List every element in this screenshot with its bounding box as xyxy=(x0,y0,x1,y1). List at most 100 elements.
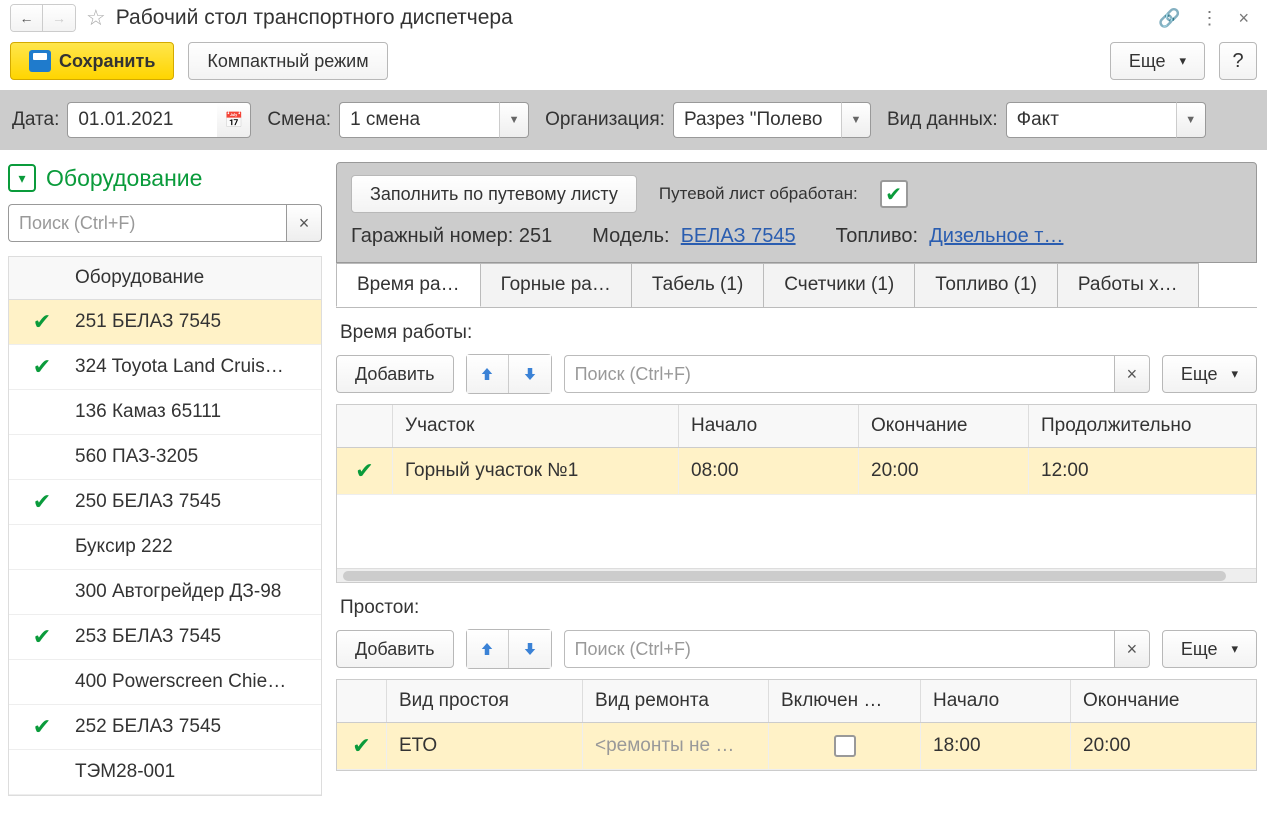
check-icon: ✔ xyxy=(9,489,75,515)
equipment-row[interactable]: 560 ПАЗ-3205 xyxy=(9,435,321,480)
garage-value: 251 xyxy=(519,225,552,247)
more-button[interactable]: Еще xyxy=(1110,42,1205,80)
included-checkbox[interactable] xyxy=(834,735,856,757)
equipment-table: Оборудование ✔ 251 БЕЛАЗ 7545✔ 324 Toyot… xyxy=(8,256,322,796)
equipment-name: 324 Toyota Land Cruis… xyxy=(75,356,321,378)
downtime-row[interactable]: ✔ ЕТО <ремонты не … 18:00 20:00 xyxy=(337,723,1256,770)
org-label: Организация: xyxy=(545,109,665,131)
downtime-col-kind[interactable]: Вид простоя xyxy=(387,680,583,722)
equipment-row[interactable]: ✔ 253 БЕЛАЗ 7545 xyxy=(9,615,321,660)
org-dropdown-icon[interactable]: ▼ xyxy=(841,102,871,138)
worktime-col-start[interactable]: Начало xyxy=(679,405,859,447)
worktime-col-site[interactable]: Участок xyxy=(393,405,679,447)
fill-by-waybill-button[interactable]: Заполнить по путевому листу xyxy=(351,175,637,213)
downtime-more-button[interactable]: Еще xyxy=(1162,630,1257,668)
equipment-row[interactable]: ✔ 252 БЕЛАЗ 7545 xyxy=(9,705,321,750)
kebab-icon[interactable]: ⋮ xyxy=(1192,8,1226,29)
org-input[interactable]: Разрез "Полево xyxy=(673,102,841,138)
equipment-col-header: Оборудование xyxy=(9,257,321,300)
worktime-more-button[interactable]: Еще xyxy=(1162,355,1257,393)
worktime-move-down[interactable] xyxy=(509,355,551,393)
equipment-name: 252 БЕЛАЗ 7545 xyxy=(75,716,321,738)
compact-mode-button[interactable]: Компактный режим xyxy=(188,42,387,80)
worktime-move-up[interactable] xyxy=(467,355,509,393)
model-label: Модель: xyxy=(592,225,669,247)
worktime-search-clear[interactable]: × xyxy=(1114,355,1150,393)
date-input[interactable]: 01.01.2021 xyxy=(67,102,217,138)
equipment-name: 250 БЕЛАЗ 7545 xyxy=(75,491,321,513)
downtime-search-input[interactable] xyxy=(564,630,1114,668)
downtime-move-up[interactable] xyxy=(467,630,509,668)
equipment-row[interactable]: ✔ 250 БЕЛАЗ 7545 xyxy=(9,480,321,525)
worktime-label: Время работы: xyxy=(336,308,1257,354)
nav-back-button[interactable]: ← xyxy=(11,5,43,31)
equipment-row[interactable]: 300 Автогрейдер ДЗ-98 xyxy=(9,570,321,615)
equipment-row[interactable]: 400 Powerscreen Chie… xyxy=(9,660,321,705)
processed-label: Путевой лист обработан: xyxy=(659,184,858,204)
equipment-name: Буксир 222 xyxy=(75,536,321,558)
shift-dropdown-icon[interactable]: ▼ xyxy=(499,102,529,138)
nav-fwd-button[interactable]: → xyxy=(43,5,75,31)
equipment-row[interactable]: ✔ 251 БЕЛАЗ 7545 xyxy=(9,300,321,345)
save-button[interactable]: Сохранить xyxy=(10,42,174,80)
worktime-row[interactable]: ✔ Горный участок №1 08:00 20:00 12:00 xyxy=(337,448,1256,495)
downtime-col-included[interactable]: Включен … xyxy=(769,680,921,722)
processed-checkbox[interactable]: ✔ xyxy=(880,180,908,208)
equipment-row[interactable]: Буксир 222 xyxy=(9,525,321,570)
fuel-link[interactable]: Дизельное т… xyxy=(929,225,1063,247)
downtime-col-start[interactable]: Начало xyxy=(921,680,1071,722)
tab[interactable]: Табель (1) xyxy=(631,263,764,307)
tab[interactable]: Работы х… xyxy=(1057,263,1199,307)
fuel-label: Топливо: xyxy=(836,225,919,247)
link-icon[interactable]: 🔗 xyxy=(1150,8,1188,29)
collapse-icon[interactable]: ▾ xyxy=(8,164,36,192)
model-link[interactable]: БЕЛАЗ 7545 xyxy=(681,225,796,247)
equipment-search-input[interactable] xyxy=(8,204,286,242)
downtime-label: Простои: xyxy=(336,583,1257,629)
equipment-row[interactable]: 136 Камаз 65111 xyxy=(9,390,321,435)
tab[interactable]: Горные ра… xyxy=(480,263,632,307)
help-button[interactable]: ? xyxy=(1219,42,1257,80)
close-icon[interactable]: × xyxy=(1230,8,1257,29)
downtime-move-down[interactable] xyxy=(509,630,551,668)
equipment-name: 251 БЕЛАЗ 7545 xyxy=(75,311,321,333)
favorite-icon[interactable]: ☆ xyxy=(80,5,112,31)
equipment-row[interactable]: ТЭМ28-001 xyxy=(9,750,321,795)
equipment-name: 400 Powerscreen Chie… xyxy=(75,671,321,693)
window-title: Рабочий стол транспортного диспетчера xyxy=(116,6,513,30)
worktime-add-button[interactable]: Добавить xyxy=(336,355,454,393)
datakind-label: Вид данных: xyxy=(887,110,998,131)
check-icon: ✔ xyxy=(9,354,75,380)
downtime-grid: Вид простоя Вид ремонта Включен … Начало… xyxy=(336,679,1257,771)
calendar-icon[interactable]: 📅 xyxy=(217,102,251,138)
downtime-add-button[interactable]: Добавить xyxy=(336,630,454,668)
worktime-hscroll[interactable] xyxy=(337,568,1256,582)
equipment-row[interactable]: ✔ 324 Toyota Land Cruis… xyxy=(9,345,321,390)
garage-label: Гаражный номер: xyxy=(351,225,513,247)
check-icon: ✔ xyxy=(9,714,75,740)
check-icon: ✔ xyxy=(9,624,75,650)
worktime-col-end[interactable]: Окончание xyxy=(859,405,1029,447)
equipment-section-title: Оборудование xyxy=(46,165,202,192)
equipment-name: ТЭМ28-001 xyxy=(75,761,321,783)
worktime-col-duration[interactable]: Продолжительно xyxy=(1029,405,1256,447)
equipment-name: 560 ПАЗ-3205 xyxy=(75,446,321,468)
equipment-name: 136 Камаз 65111 xyxy=(75,401,321,423)
downtime-col-end[interactable]: Окончание xyxy=(1071,680,1256,722)
disk-icon xyxy=(29,50,51,72)
downtime-search-clear[interactable]: × xyxy=(1114,630,1150,668)
equipment-search-clear[interactable]: × xyxy=(286,204,322,242)
equipment-name: 300 Автогрейдер ДЗ-98 xyxy=(75,581,321,603)
tab[interactable]: Время ра… xyxy=(336,263,481,307)
datakind-dropdown-icon[interactable]: ▼ xyxy=(1176,102,1206,138)
tab[interactable]: Топливо (1) xyxy=(914,263,1058,307)
date-label: Дата: xyxy=(12,109,59,131)
tab[interactable]: Счетчики (1) xyxy=(763,263,915,307)
shift-input[interactable]: 1 смена xyxy=(339,102,499,138)
save-label: Сохранить xyxy=(59,51,155,72)
worktime-search-input[interactable] xyxy=(564,355,1114,393)
downtime-col-repair[interactable]: Вид ремонта xyxy=(583,680,769,722)
datakind-input[interactable]: Факт xyxy=(1006,102,1176,138)
check-icon: ✔ xyxy=(9,309,75,335)
shift-label: Смена: xyxy=(267,109,331,131)
